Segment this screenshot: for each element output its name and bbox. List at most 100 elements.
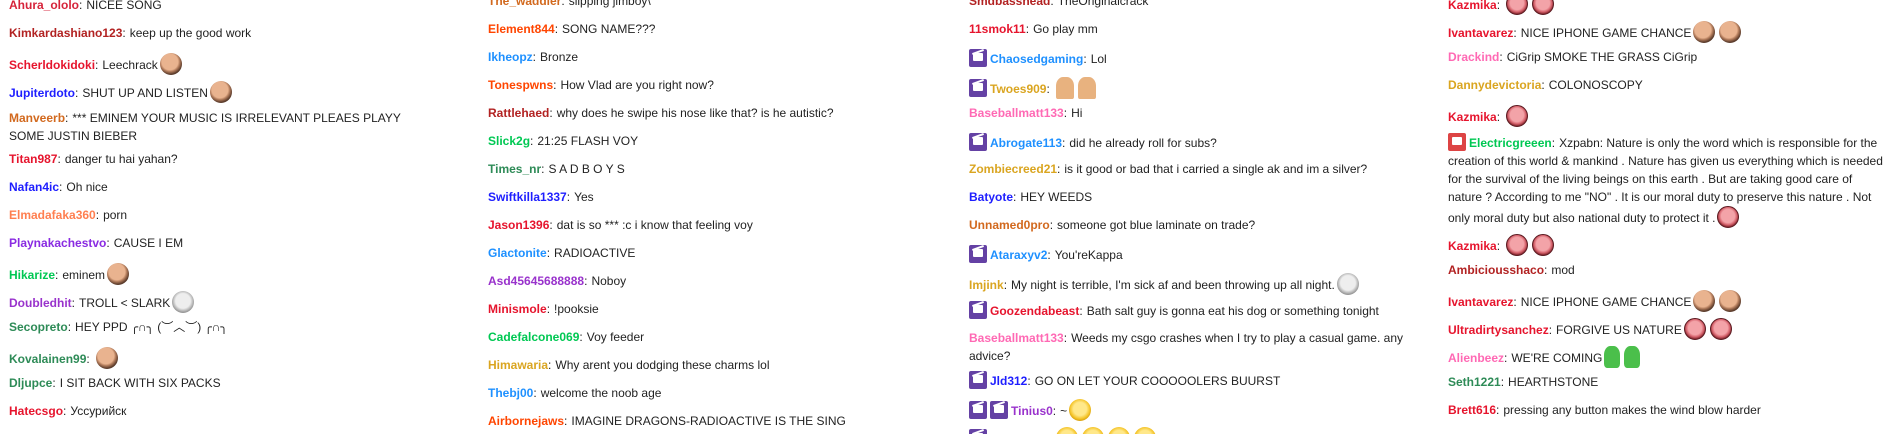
chat-message-text: NICE IPHONE GAME CHANCE bbox=[1520, 295, 1692, 309]
chat-message: Alienbeez: WE'RE COMING bbox=[1448, 343, 1888, 371]
chat-message-text: COLONOSCOPY bbox=[1548, 78, 1643, 92]
chat-username[interactable]: Seth1221 bbox=[1448, 375, 1501, 389]
chat-username[interactable]: Times_nr bbox=[488, 162, 541, 176]
chat-colon: : bbox=[1049, 218, 1054, 232]
chat-message-text: Bath salt guy is gonna eat his dog or so… bbox=[1086, 304, 1379, 318]
chat-username[interactable]: Brett616 bbox=[1448, 403, 1496, 417]
chat-username[interactable]: Cadefalcone069 bbox=[488, 330, 579, 344]
chat-username[interactable]: Playnakachestvo bbox=[9, 236, 106, 250]
chat-username[interactable]: Slick2g bbox=[488, 134, 530, 148]
chat-username[interactable]: Goozendabeast bbox=[990, 304, 1079, 318]
gray-emote-icon bbox=[1336, 273, 1359, 295]
chat-username[interactable]: Jason1396 bbox=[488, 218, 549, 232]
chat-message-text: S A D B O Y S bbox=[548, 162, 625, 176]
chat-message-text: Leechrack bbox=[102, 58, 158, 72]
chat-username[interactable]: Ahura_ololo bbox=[9, 0, 79, 12]
chat-message-text: Noboy bbox=[591, 274, 627, 288]
chat-message-text: Why arent you dodging these charms lol bbox=[555, 358, 770, 372]
chat-username[interactable]: Imjink bbox=[969, 278, 1004, 292]
chat-username[interactable]: Kovalainen99 bbox=[9, 352, 86, 366]
chat-username[interactable]: Elmadafaka360 bbox=[9, 208, 96, 222]
chat-username[interactable]: Drackind bbox=[1448, 50, 1499, 64]
chat-username[interactable]: Secopreto bbox=[9, 320, 68, 334]
chat-message-text: !pooksie bbox=[554, 302, 599, 316]
pink-emote-icon bbox=[1709, 318, 1732, 340]
chat-username[interactable]: Smdbassnead bbox=[969, 0, 1050, 8]
chat-message-text: danger tu hai yahan? bbox=[64, 152, 178, 166]
chat-username[interactable]: Baseballmatt133 bbox=[969, 331, 1064, 345]
chat-colon: : bbox=[533, 386, 537, 400]
subscriber-badge-icon bbox=[969, 245, 987, 263]
chat-colon: : bbox=[79, 0, 83, 12]
chat-username[interactable]: Scherldokidoki bbox=[9, 58, 95, 72]
chat-username[interactable]: Ivantavarez bbox=[1448, 26, 1513, 40]
chat-username[interactable]: Glactonite bbox=[488, 246, 547, 260]
chat-username[interactable]: Unnamed0pro bbox=[969, 218, 1050, 232]
chat-username[interactable]: Tonespwns bbox=[488, 78, 553, 92]
chat-username[interactable]: 11smok11 bbox=[969, 22, 1026, 36]
chat-username[interactable]: Manveerb bbox=[9, 111, 65, 125]
chat-colon: : bbox=[584, 274, 588, 288]
chat-username[interactable]: Minismole bbox=[488, 302, 547, 316]
chat-username[interactable]: Jupiterdoto bbox=[9, 86, 75, 100]
chat-message: 11smok11: Go play mm bbox=[969, 18, 1439, 46]
chat-username[interactable]: Himawaria bbox=[488, 358, 548, 372]
chat-username[interactable]: Airbornejaws bbox=[488, 414, 564, 428]
chat-username[interactable]: Hatecsgo bbox=[9, 404, 63, 418]
chat-message: Tinius0: ~ bbox=[969, 396, 1439, 424]
chat-username[interactable]: Twoes909 bbox=[990, 82, 1046, 96]
chat-username[interactable]: Electricgreeen bbox=[1469, 136, 1552, 150]
chat-username[interactable]: Ambiciousshaco bbox=[1448, 263, 1544, 277]
chat-username[interactable]: Zombiecreed21 bbox=[969, 162, 1057, 176]
chat-message: Kovalainen99: bbox=[9, 344, 439, 372]
chat-username[interactable]: Swiftkilla1337 bbox=[488, 190, 567, 204]
chat-username[interactable]: Baseballmatt133 bbox=[969, 106, 1064, 120]
chat-username[interactable]: Kazmika bbox=[1448, 110, 1497, 124]
pink-emote-icon bbox=[1532, 0, 1555, 15]
chat-message: Dljupce: I SIT BACK WITH SIX PACKS bbox=[9, 372, 439, 400]
chat-message: Kazmika: bbox=[1448, 102, 1888, 130]
chat-message: Chaosedgaming: Lol bbox=[969, 46, 1439, 74]
pink-emote-icon bbox=[1506, 234, 1529, 256]
chat-username[interactable]: Rattlehaed bbox=[488, 106, 549, 120]
chat-username[interactable]: Nafan4ic bbox=[9, 180, 59, 194]
yellow-emote-icon bbox=[1081, 427, 1104, 434]
chat-colon: : bbox=[1496, 0, 1501, 12]
chat-username[interactable]: Kazmika bbox=[1448, 239, 1497, 253]
chat-username[interactable]: Batyote bbox=[969, 190, 1013, 204]
chat-username[interactable]: Chaosedgaming bbox=[990, 52, 1083, 66]
chat-username[interactable]: Kimkardashiano123 bbox=[9, 26, 122, 40]
chat-colon: : bbox=[95, 58, 99, 72]
chat-username[interactable]: Kazmika bbox=[1448, 0, 1497, 12]
chat-message: Imjink: My night is terrible, I'm sick af… bbox=[969, 270, 1439, 298]
gray-emote-icon bbox=[172, 291, 195, 313]
chat-colon: : bbox=[1496, 239, 1501, 253]
chat-username[interactable]: Doubledhit bbox=[9, 296, 72, 310]
chat-username[interactable]: Ultradirtysanchez bbox=[1448, 323, 1549, 337]
chat-username[interactable]: Element844 bbox=[488, 22, 555, 36]
chat-username[interactable]: Ikheopz bbox=[488, 50, 533, 64]
chat-username[interactable]: Dannydevictoria bbox=[1448, 78, 1541, 92]
chat-username[interactable]: Hikarize bbox=[9, 268, 55, 282]
chat-username[interactable]: Abrogate113 bbox=[990, 136, 1062, 150]
chat-username[interactable]: Jld312 bbox=[990, 374, 1027, 388]
chat-message-text: FORGIVE US NATURE bbox=[1556, 323, 1682, 337]
chat-colon: : bbox=[55, 268, 59, 282]
chat-username[interactable]: Tinius0 bbox=[1011, 404, 1053, 418]
chat-colon: : bbox=[564, 414, 568, 428]
chat-message: Abrogate113: did he already roll for subs… bbox=[969, 130, 1439, 158]
chat-colon: : bbox=[579, 330, 583, 344]
chat-message-text: How Vlad are you right now? bbox=[560, 78, 714, 92]
chat-username[interactable]: Dljupce bbox=[9, 376, 52, 390]
chat-username[interactable]: Ivantavarez bbox=[1448, 295, 1513, 309]
chat-username[interactable]: Twoes909 bbox=[990, 432, 1046, 434]
chat-username[interactable]: Alienbeez bbox=[1448, 351, 1504, 365]
chat-username[interactable]: The_waddler bbox=[488, 0, 561, 8]
chat-username[interactable]: Thebj00 bbox=[488, 386, 533, 400]
chat-message-text: WE'RE COMING bbox=[1511, 351, 1603, 365]
chat-username[interactable]: Ataraxyv2 bbox=[990, 248, 1047, 262]
chat-username[interactable]: Asd45645688888 bbox=[488, 274, 584, 288]
chat-colon: : bbox=[1046, 432, 1049, 434]
chat-username[interactable]: Titan987 bbox=[9, 152, 57, 166]
chat-message: Dannydevictoria: COLONOSCOPY bbox=[1448, 74, 1888, 102]
